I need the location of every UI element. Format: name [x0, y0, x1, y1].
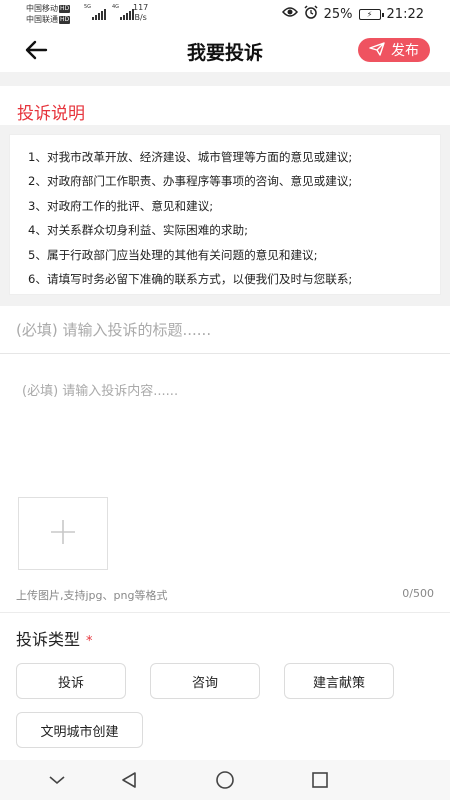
notice-item: 4、对关系群众切身利益、实际困难的求助; — [28, 223, 248, 238]
notice-item: 5、属于行政部门应当处理的其他有关问题的意见和建议; — [28, 247, 318, 262]
system-nav-bar — [0, 760, 450, 800]
chevron-down-icon[interactable] — [46, 770, 68, 790]
notice-section-title: 投诉说明 — [17, 104, 85, 124]
alarm-icon — [304, 5, 318, 23]
battery-icon: ⚡ — [358, 8, 384, 20]
network-speed: 117 B/s — [133, 3, 149, 22]
status-bar: 中国移动 HD 中国联通 HD 5G 4G 117 B/s 25% ⚡ 21:22 — [0, 0, 450, 28]
separator — [0, 72, 450, 86]
back-triangle-icon[interactable] — [118, 770, 140, 790]
complaint-title-input[interactable] — [0, 306, 450, 354]
character-counter: 0/500 — [402, 587, 434, 600]
hd-badge: HD — [59, 4, 71, 13]
signal-icons: 5G 4G — [84, 4, 134, 20]
plus-icon — [50, 519, 76, 549]
type-option-suggestion[interactable]: 建言献策 — [284, 663, 394, 699]
notice-item: 2、对政府部门工作职责、办事程序等事项的咨询、意见或建议; — [28, 174, 353, 189]
signal-icon: 4G — [112, 4, 134, 20]
image-upload-button[interactable] — [18, 497, 108, 570]
hd-badge: HD — [59, 15, 71, 24]
required-mark: * — [86, 634, 93, 649]
divider — [0, 612, 450, 613]
clock: 21:22 — [386, 6, 424, 22]
notice-item: 6、请填写时务必留下准确的联系方式，以便我们及时与您联系; — [28, 272, 353, 287]
notice-box: 1、对我市改革开放、经济建设、城市管理等方面的意见或建议; 2、对政府部门工作职… — [9, 134, 441, 295]
carrier-1: 中国移动 — [26, 4, 58, 13]
top-nav-bar: 我要投诉 发布 — [0, 28, 450, 72]
type-option-inquiry[interactable]: 咨询 — [150, 663, 260, 699]
complaint-type-title: 投诉类型 * — [16, 630, 93, 649]
notice-item: 1、对我市改革开放、经济建设、城市管理等方面的意见或建议; — [28, 150, 353, 164]
publish-label: 发布 — [391, 42, 419, 58]
type-option-complaint[interactable]: 投诉 — [16, 663, 126, 699]
carrier-info: 中国移动 HD 中国联通 HD — [26, 3, 71, 25]
upload-hint: 上传图片,支持jpg、png等格式 — [16, 589, 168, 602]
eye-icon — [281, 6, 298, 22]
type-option-civilized-city[interactable]: 文明城市创建 — [16, 712, 143, 748]
battery-level: 25% — [323, 6, 353, 22]
recents-square-icon[interactable] — [309, 770, 331, 790]
home-circle-icon[interactable] — [214, 770, 236, 790]
complaint-content-input[interactable] — [0, 370, 450, 480]
notice-item: 3、对政府工作的批评、意见和建议; — [28, 198, 214, 213]
publish-button[interactable]: 发布 — [358, 38, 430, 62]
send-icon — [369, 41, 385, 59]
carrier-2: 中国联通 — [26, 15, 58, 24]
signal-icon: 5G — [84, 4, 106, 20]
